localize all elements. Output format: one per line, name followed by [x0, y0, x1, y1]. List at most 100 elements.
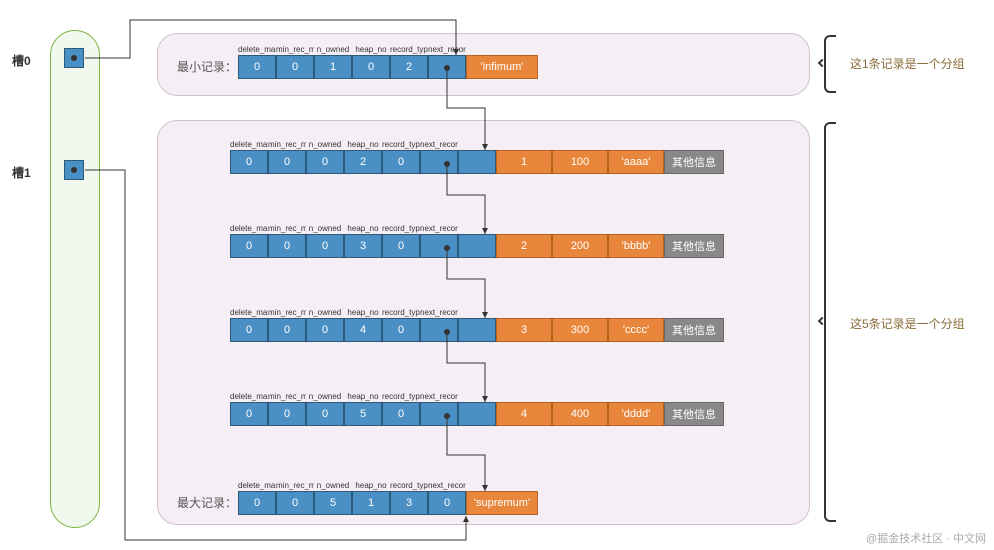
cell: 0 — [268, 318, 306, 342]
hdr-record-type: record_type — [382, 140, 420, 149]
group2-label: 这5条记录是一个分组 — [850, 315, 965, 332]
cell: 0 — [382, 402, 420, 426]
cell-other: 其他信息 — [664, 318, 724, 342]
cell-id: 1 — [496, 150, 552, 174]
cell-spacer — [458, 402, 496, 426]
record-row-4: delete_mask min_rec_mask n_owned heap_no… — [230, 392, 724, 426]
cell: 1 — [352, 491, 390, 515]
record-row-supremum: delete_mask min_rec_mask n_owned heap_no… — [238, 481, 538, 515]
cell-key: 'dddd' — [608, 402, 664, 426]
record-cells: 0 0 0 2 0 1 100 'aaaa' 其他信息 — [230, 150, 724, 174]
record-headers: delete_mask min_rec_mask n_owned heap_no… — [238, 481, 538, 490]
record-cells: 0 0 1 0 2 'infimum' — [238, 55, 538, 79]
hdr-delete-mask: delete_mask — [230, 392, 268, 401]
hdr-delete-mask: delete_mask — [238, 45, 276, 54]
record-headers: delete_mask min_rec_mask n_owned heap_no… — [230, 224, 724, 233]
cell: 0 — [268, 234, 306, 258]
hdr-delete-mask: delete_mask — [230, 308, 268, 317]
hdr-n-owned: n_owned — [314, 45, 352, 54]
hdr-delete-mask: delete_mask — [230, 224, 268, 233]
record-cells: 0 0 0 4 0 3 300 'cccc' 其他信息 — [230, 318, 724, 342]
cell-infimum-tag: 'infimum' — [466, 55, 538, 79]
hdr-record-type: record_type — [390, 481, 428, 490]
hdr-n-owned: n_owned — [314, 481, 352, 490]
cell-next — [420, 150, 458, 174]
cell-val: 300 — [552, 318, 608, 342]
hdr-min-rec-mask: min_rec_mask — [268, 224, 306, 233]
hdr-delete-mask: delete_mask — [230, 140, 268, 149]
cell-supremum-tag: 'supremum' — [466, 491, 538, 515]
hdr-heap-no: heap_no — [344, 308, 382, 317]
hdr-heap-no: heap_no — [344, 140, 382, 149]
cell-next — [420, 402, 458, 426]
slot1-label: 槽1 — [12, 164, 31, 181]
cell: 3 — [344, 234, 382, 258]
cell-val: 400 — [552, 402, 608, 426]
record-headers: delete_mask min_rec_mask n_owned heap_no… — [230, 308, 724, 317]
max-record-label: 最大记录： — [177, 494, 237, 511]
hdr-next-record: next_record — [420, 140, 458, 149]
hdr-next-record: next_record — [420, 392, 458, 401]
hdr-n-owned: n_owned — [306, 224, 344, 233]
hdr-next-record: next_record — [420, 308, 458, 317]
cell-next — [428, 55, 466, 79]
cell-id: 4 — [496, 402, 552, 426]
cell: 0 — [276, 491, 314, 515]
record-row-3: delete_mask min_rec_mask n_owned heap_no… — [230, 308, 724, 342]
cell: 0 — [306, 402, 344, 426]
cell: 1 — [314, 55, 352, 79]
watermark: @掘金技术社区 · 中文网 — [866, 530, 986, 546]
hdr-record-type: record_type — [390, 45, 428, 54]
slot1-box — [64, 160, 84, 180]
record-row-2: delete_mask min_rec_mask n_owned heap_no… — [230, 224, 724, 258]
cell: 0 — [382, 234, 420, 258]
hdr-next-record: next_record — [428, 481, 466, 490]
cell-next — [420, 318, 458, 342]
hdr-heap-no: heap_no — [352, 45, 390, 54]
record-headers: delete_mask min_rec_mask n_owned heap_no… — [238, 45, 538, 54]
record-headers: delete_mask min_rec_mask n_owned heap_no… — [230, 140, 724, 149]
hdr-n-owned: n_owned — [306, 140, 344, 149]
slot0-dot — [71, 55, 77, 61]
cell: 0 — [382, 150, 420, 174]
record-row-1: delete_mask min_rec_mask n_owned heap_no… — [230, 140, 724, 174]
cell-key: 'bbbb' — [608, 234, 664, 258]
cell: 0 — [230, 318, 268, 342]
hdr-heap-no: heap_no — [344, 392, 382, 401]
min-record-label: 最小记录： — [177, 58, 237, 75]
group1-label: 这1条记录是一个分组 — [850, 55, 965, 72]
hdr-min-rec-mask: min_rec_mask — [268, 140, 306, 149]
cell: 0 — [382, 318, 420, 342]
record-cells: 0 0 5 1 3 0 'supremum' — [238, 491, 538, 515]
cell-spacer — [458, 234, 496, 258]
hdr-min-rec-mask: min_rec_mask — [276, 481, 314, 490]
cell: 0 — [238, 55, 276, 79]
cell: 0 — [238, 491, 276, 515]
cell-next — [420, 234, 458, 258]
cell: 2 — [390, 55, 428, 79]
cell: 0 — [230, 150, 268, 174]
cell: 0 — [306, 234, 344, 258]
cell: 5 — [344, 402, 382, 426]
cell-val: 200 — [552, 234, 608, 258]
record-cells: 0 0 0 3 0 2 200 'bbbb' 其他信息 — [230, 234, 724, 258]
cell-other: 其他信息 — [664, 234, 724, 258]
record-row-infimum: delete_mask min_rec_mask n_owned heap_no… — [238, 45, 538, 79]
slot0-box — [64, 48, 84, 68]
record-headers: delete_mask min_rec_mask n_owned heap_no… — [230, 392, 724, 401]
slot0-label: 槽0 — [12, 52, 31, 69]
cell: 0 — [230, 402, 268, 426]
cell: 0 — [230, 234, 268, 258]
hdr-heap-no: heap_no — [344, 224, 382, 233]
cell-id: 3 — [496, 318, 552, 342]
cell-other: 其他信息 — [664, 402, 724, 426]
cell: 0 — [352, 55, 390, 79]
cell: 0 — [268, 150, 306, 174]
cell: 0 — [268, 402, 306, 426]
hdr-record-type: record_type — [382, 224, 420, 233]
cell: 4 — [344, 318, 382, 342]
cell: 3 — [390, 491, 428, 515]
cell: 0 — [306, 318, 344, 342]
brace-group1 — [824, 35, 836, 93]
cell-spacer — [458, 318, 496, 342]
